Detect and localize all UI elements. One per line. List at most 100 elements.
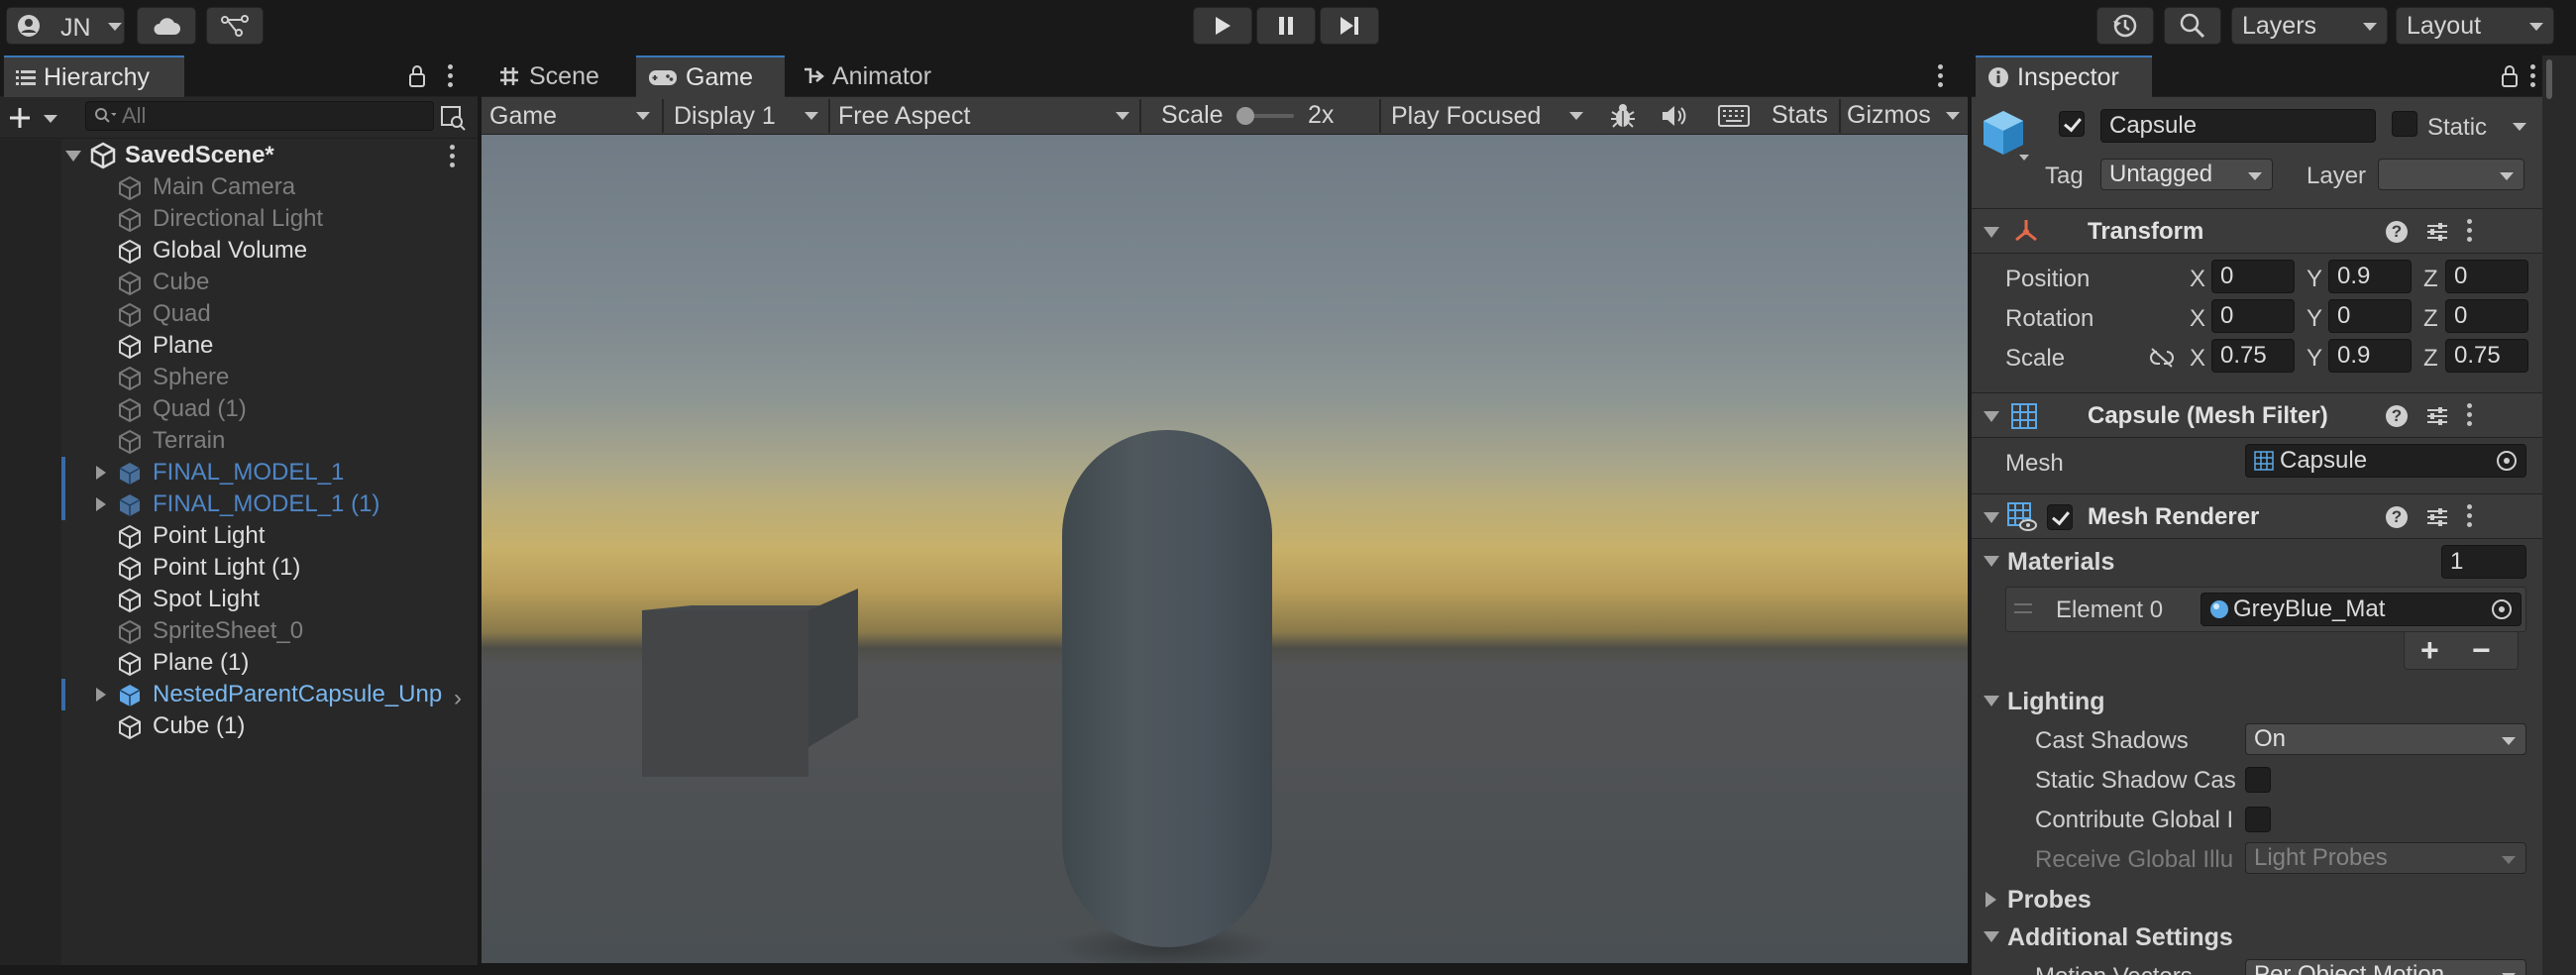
rotation-y-input[interactable]: 0 <box>2328 299 2412 333</box>
help-icon[interactable]: ? <box>2386 221 2408 243</box>
audio-icon[interactable] <box>1661 104 1688 128</box>
hierarchy-item[interactable]: Plane <box>0 330 478 362</box>
renderer-enabled-checkbox[interactable] <box>2047 504 2073 530</box>
hierarchy-item[interactable]: Cube <box>0 267 478 298</box>
mesh-renderer-header[interactable]: Mesh Renderer ? <box>1972 493 2542 539</box>
fold-open-icon[interactable] <box>1984 696 1999 706</box>
motion-vectors-dropdown[interactable]: Per Object Motion <box>2245 959 2526 975</box>
scene-visibility-icon[interactable] <box>440 105 466 131</box>
object-picker-icon[interactable] <box>2496 450 2518 472</box>
hierarchy-item[interactable]: Point Light (1) <box>0 552 478 584</box>
layout-dropdown[interactable]: Layout <box>2396 7 2554 45</box>
rotation-z-input[interactable]: 0 <box>2445 299 2528 333</box>
more-options-icon[interactable] <box>450 145 456 171</box>
inspector-scrollbar[interactable] <box>2542 55 2576 975</box>
keyboard-icon[interactable] <box>1718 104 1750 128</box>
help-icon[interactable]: ? <box>2386 506 2408 528</box>
axis-y-label[interactable]: Y <box>2307 345 2322 373</box>
hierarchy-item[interactable]: Main Camera <box>0 171 478 203</box>
more-options-icon[interactable] <box>2467 219 2473 246</box>
chevron-down-icon[interactable] <box>44 115 57 123</box>
cast-shadows-dropdown[interactable]: On <box>2245 723 2526 755</box>
chevron-down-icon[interactable] <box>1946 112 1960 120</box>
hierarchy-item[interactable]: Global Volume <box>0 235 478 267</box>
scale-x-input[interactable]: 0.75 <box>2211 339 2295 373</box>
axis-y-label[interactable]: Y <box>2307 266 2322 293</box>
add-element-button[interactable]: + <box>2420 632 2439 669</box>
more-options-icon[interactable] <box>448 64 454 91</box>
hierarchy-item[interactable]: Spot Light <box>0 584 478 615</box>
add-icon[interactable] <box>10 106 38 130</box>
rotation-x-input[interactable]: 0 <box>2211 299 2295 333</box>
presets-icon[interactable] <box>2425 220 2449 244</box>
display-dropdown[interactable]: Display 1 <box>666 97 826 135</box>
tab-inspector[interactable]: Inspector <box>1976 55 2152 97</box>
tab-scene[interactable]: Scene <box>482 55 632 97</box>
fold-closed-icon[interactable] <box>96 466 106 480</box>
lock-icon[interactable] <box>408 65 426 87</box>
hierarchy-item[interactable]: FINAL_MODEL_1 (1) <box>0 488 478 520</box>
tab-animator[interactable]: Animator <box>791 55 979 97</box>
tab-game[interactable]: Game <box>636 55 785 97</box>
mesh-object-field[interactable]: Capsule <box>2245 444 2526 478</box>
fold-closed-icon[interactable] <box>96 497 106 511</box>
hierarchy-item[interactable]: Sphere <box>0 362 478 393</box>
axis-x-label[interactable]: X <box>2190 266 2205 293</box>
layer-dropdown[interactable] <box>2378 159 2524 190</box>
scale-y-input[interactable]: 0.9 <box>2328 339 2412 373</box>
fold-closed-icon[interactable] <box>96 688 106 702</box>
hierarchy-item[interactable]: NestedParentCapsule_Unp › <box>0 679 478 712</box>
mesh-filter-header[interactable]: Capsule (Mesh Filter) ? <box>1972 392 2542 438</box>
hierarchy-item[interactable]: Cube (1) <box>0 710 478 742</box>
fold-closed-icon[interactable] <box>1986 892 1996 908</box>
static-checkbox[interactable] <box>2392 111 2417 137</box>
fold-open-icon[interactable] <box>1984 556 1999 567</box>
transform-header[interactable]: Transform ? <box>1972 208 2542 254</box>
more-options-icon[interactable] <box>2530 64 2536 91</box>
play-button[interactable] <box>1193 7 1252 45</box>
hierarchy-item[interactable]: Directional Light <box>0 203 478 235</box>
scale-slider-handle[interactable] <box>1236 107 1254 125</box>
axis-x-label[interactable]: X <box>2190 305 2205 333</box>
hierarchy-item[interactable]: Plane (1) <box>0 647 478 679</box>
game-viewport[interactable] <box>482 135 1968 963</box>
chevron-right-icon[interactable]: › <box>454 685 462 712</box>
axis-z-label[interactable]: Z <box>2423 305 2438 333</box>
play-mode-dropdown[interactable]: Play Focused <box>1381 97 1591 135</box>
version-control-button[interactable] <box>206 7 264 45</box>
axis-z-label[interactable]: Z <box>2423 266 2438 293</box>
axis-x-label[interactable]: X <box>2190 345 2205 373</box>
object-name-input[interactable]: Capsule <box>2100 109 2376 143</box>
game-view-dropdown[interactable]: Game <box>482 97 658 135</box>
pause-button[interactable] <box>1256 7 1316 45</box>
presets-icon[interactable] <box>2425 505 2449 529</box>
more-options-icon[interactable] <box>1938 64 1944 91</box>
layers-dropdown[interactable]: Layers <box>2231 7 2388 45</box>
axis-y-label[interactable]: Y <box>2307 305 2322 333</box>
chevron-down-icon[interactable] <box>2513 123 2526 131</box>
hierarchy-search-input[interactable]: All <box>85 101 434 131</box>
hierarchy-item[interactable]: FINAL_MODEL_1 <box>0 457 478 488</box>
hierarchy-item[interactable]: Terrain <box>0 425 478 457</box>
materials-label[interactable]: Materials <box>2007 548 2114 577</box>
hierarchy-item[interactable]: SpriteSheet_0 <box>0 615 478 647</box>
account-dropdown[interactable]: JN <box>6 7 125 45</box>
presets-icon[interactable] <box>2425 404 2449 428</box>
help-icon[interactable]: ? <box>2386 405 2408 427</box>
scene-row[interactable]: SavedScene* <box>0 140 478 171</box>
tab-hierarchy[interactable]: Hierarchy <box>4 55 184 97</box>
link-off-icon[interactable] <box>2148 347 2176 369</box>
hierarchy-item[interactable]: Quad (1) <box>0 393 478 425</box>
lighting-label[interactable]: Lighting <box>2007 688 2105 716</box>
search-button[interactable] <box>2164 7 2221 45</box>
hierarchy-item[interactable]: Quad <box>0 298 478 330</box>
cloud-button[interactable] <box>137 7 196 45</box>
aspect-dropdown[interactable]: Free Aspect <box>830 97 1137 135</box>
tag-dropdown[interactable]: Untagged <box>2100 159 2273 190</box>
material-object-field[interactable]: GreyBlue_Mat <box>2200 593 2522 626</box>
remove-element-button[interactable]: − <box>2472 632 2491 669</box>
bug-icon[interactable] <box>1609 102 1637 130</box>
probes-label[interactable]: Probes <box>2007 886 2092 915</box>
axis-z-label[interactable]: Z <box>2423 345 2438 373</box>
static-shadow-checkbox[interactable] <box>2245 767 2271 793</box>
